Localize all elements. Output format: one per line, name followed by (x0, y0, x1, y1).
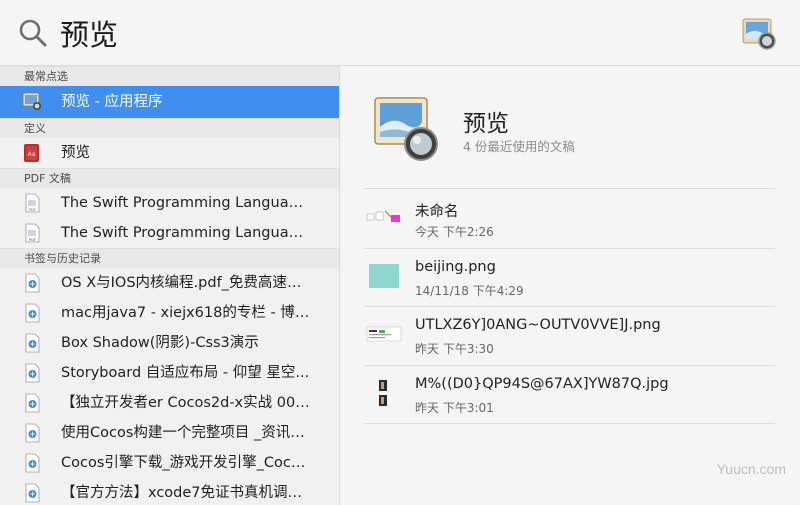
preview-app-icon (22, 91, 42, 111)
recent-document[interactable]: M%((D0}QP94S@67AX]YW87Q.jpg 昨天 下午3:01 (365, 366, 775, 424)
svg-text:Aa: Aa (28, 151, 36, 158)
preview-pane: 预览 4 份最近使用的文稿 未命名 今天 下午2:26 beijing.png … (341, 66, 800, 505)
result-label: 【官方方法】xcode7免证书真机调试... (61, 478, 311, 505)
section-header-definition: 定义 (0, 118, 339, 138)
result-bookmark[interactable]: 使用Cocos构建一个完整项目 _资讯_... (0, 418, 339, 448)
preview-subtitle: 4 份最近使用的文稿 (463, 136, 575, 155)
result-label: Storyboard 自适应布局 - 仰望 星空... (61, 358, 309, 388)
document-name: UTLXZ6Y]0ANG~OUTV0VVE]J.png (415, 317, 661, 333)
result-label: 预览 - 应用程序 (61, 86, 162, 118)
result-pdf[interactable]: PDF The Swift Programming Language... (0, 188, 339, 218)
result-pdf[interactable]: PDF The Swift Programming Language... (0, 218, 339, 248)
section-header-pdf: PDF 文稿 (0, 168, 339, 188)
document-thumbnail (365, 319, 403, 349)
result-label: The Swift Programming Language... (61, 188, 311, 218)
recent-document[interactable]: UTLXZ6Y]0ANG~OUTV0VVE]J.png 昨天 下午3:30 (365, 307, 775, 365)
recent-document[interactable]: beijing.png 14/11/18 下午4:29 (365, 249, 775, 307)
webloc-file-icon (22, 363, 42, 383)
watermark: Yuucn.com (717, 461, 786, 477)
webloc-file-icon (22, 423, 42, 443)
document-date: 14/11/18 下午4:29 (415, 282, 524, 299)
recent-document[interactable]: 未命名 今天 下午2:26 (365, 190, 775, 248)
search-input[interactable] (60, 12, 660, 54)
bookmark-results: OS X与IOS内核编程.pdf_免费高速下...mac用java7 - xie… (0, 268, 339, 505)
result-label: Cocos引擎下载_游戏开发引擎_Coco... (61, 448, 311, 478)
webloc-file-icon (22, 303, 42, 323)
preview-app-icon (740, 14, 778, 52)
webloc-file-icon (22, 393, 42, 413)
document-date: 今天 下午2:26 (415, 223, 494, 240)
document-thumbnail (365, 261, 403, 291)
document-date: 昨天 下午3:30 (415, 340, 494, 357)
svg-text:PDF: PDF (29, 208, 36, 212)
result-label: 使用Cocos构建一个完整项目 _资讯_... (61, 418, 311, 448)
result-bookmark[interactable]: Box Shadow(阴影)-Css3演示 (0, 328, 339, 358)
result-definition[interactable]: Aa 预览 (0, 138, 339, 168)
document-date: 昨天 下午3:01 (415, 399, 494, 416)
preview-title: 预览 (463, 104, 509, 138)
divider (365, 423, 775, 424)
document-name: M%((D0}QP94S@67AX]YW87Q.jpg (415, 376, 669, 392)
result-label: OS X与IOS内核编程.pdf_免费高速下... (61, 268, 311, 298)
spotlight-window: 最常点选 预览 - 应用程序 定义 Aa 预览 PDF 文稿 (0, 0, 800, 505)
result-bookmark[interactable]: mac用java7 - xiejx618的专栏 - 博客... (0, 298, 339, 328)
result-preview-app[interactable]: 预览 - 应用程序 (0, 86, 339, 118)
result-label: mac用java7 - xiejx618的专栏 - 博客... (61, 298, 311, 328)
results-list: 最常点选 预览 - 应用程序 定义 Aa 预览 PDF 文稿 (0, 66, 340, 505)
result-label: 预览 (61, 138, 90, 168)
result-bookmark[interactable]: OS X与IOS内核编程.pdf_免费高速下... (0, 268, 339, 298)
search-icon (18, 18, 48, 48)
result-bookmark[interactable]: 【官方方法】xcode7免证书真机调试... (0, 478, 339, 505)
result-label: Box Shadow(阴影)-Css3演示 (61, 328, 259, 358)
result-label: 【独立开发者er Cocos2d-x实战 001... (61, 388, 311, 418)
result-label: The Swift Programming Language... (61, 218, 311, 248)
webloc-file-icon (22, 273, 42, 293)
search-bar (0, 0, 800, 66)
dictionary-icon: Aa (22, 143, 42, 163)
svg-text:PDF: PDF (29, 238, 36, 242)
result-bookmark[interactable]: Cocos引擎下载_游戏开发引擎_Coco... (0, 448, 339, 478)
section-header-top-hit: 最常点选 (0, 66, 339, 86)
webloc-file-icon (22, 483, 42, 503)
webloc-file-icon (22, 453, 42, 473)
document-name: 未命名 (415, 200, 459, 221)
document-name: beijing.png (415, 259, 496, 275)
webloc-file-icon (22, 333, 42, 353)
result-bookmark[interactable]: 【独立开发者er Cocos2d-x实战 001... (0, 388, 339, 418)
divider (365, 188, 775, 189)
pdf-file-icon: PDF (22, 223, 42, 243)
document-thumbnail (365, 378, 403, 408)
preview-app-icon (369, 94, 443, 164)
section-header-bookmarks: 书签与历史记录 (0, 248, 339, 268)
pdf-file-icon: PDF (22, 193, 42, 213)
document-thumbnail (365, 202, 403, 232)
result-bookmark[interactable]: Storyboard 自适应布局 - 仰望 星空... (0, 358, 339, 388)
